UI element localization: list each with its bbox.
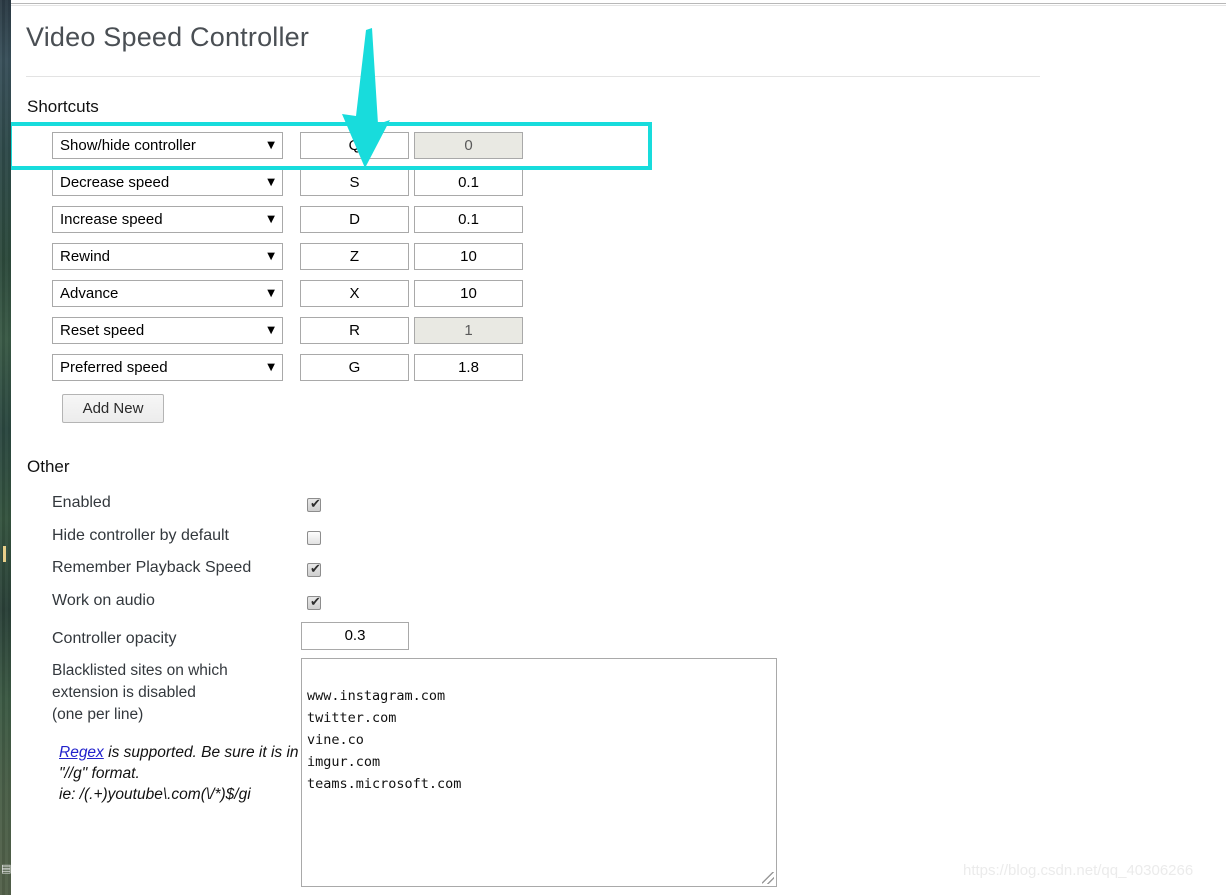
- shortcut-value-input[interactable]: 10: [414, 280, 523, 307]
- blacklist-textarea[interactable]: www.instagram.com twitter.com vine.co im…: [301, 658, 777, 887]
- page-title: Video Speed Controller: [26, 22, 310, 52]
- shortcut-action-select[interactable]: Advance ▼: [52, 280, 283, 307]
- shortcut-key-input[interactable]: Z: [300, 243, 409, 270]
- shortcut-action-select[interactable]: Show/hide controller ▼: [52, 132, 283, 159]
- chevron-down-icon: ▼: [267, 177, 275, 188]
- option-checkbox[interactable]: [307, 531, 321, 545]
- option-label: Remember Playback Speed: [52, 559, 252, 576]
- watermark: https://blog.csdn.net/qq_40306266: [963, 862, 1194, 879]
- shortcuts-section-heading: Shortcuts: [27, 97, 99, 116]
- shortcut-key-input[interactable]: Q: [300, 132, 409, 159]
- blacklist-regex-note: Regex is supported. Be sure it is in "//…: [59, 742, 307, 805]
- check-icon: ✔: [310, 497, 321, 512]
- shortcut-key-input[interactable]: D: [300, 206, 409, 233]
- blacklist-label: Blacklisted sites on which extension is …: [52, 662, 228, 723]
- chevron-down-icon: ▼: [267, 288, 275, 299]
- shortcut-key-input[interactable]: G: [300, 354, 409, 381]
- shortcut-action-select[interactable]: Preferred speed ▼: [52, 354, 283, 381]
- window-top-divider-2: [11, 5, 1226, 6]
- regex-link[interactable]: Regex: [59, 744, 104, 761]
- check-icon: ✔: [310, 595, 321, 610]
- window-top-divider: [11, 3, 1226, 4]
- option-label: Hide controller by default: [52, 527, 229, 544]
- chevron-down-icon: ▼: [267, 325, 275, 336]
- option-checkbox[interactable]: ✔: [307, 595, 321, 610]
- option-checkbox[interactable]: ✔: [307, 497, 321, 512]
- shortcut-action-select[interactable]: Increase speed ▼: [52, 206, 283, 233]
- shortcut-action-select[interactable]: Decrease speed ▼: [52, 169, 283, 196]
- desktop-wallpaper-strip: ▤: [0, 0, 11, 895]
- taskbar-indicator: [3, 546, 6, 562]
- option-label: Work on audio: [52, 592, 155, 609]
- option-checkbox[interactable]: ✔: [307, 562, 321, 577]
- shortcut-value-input[interactable]: 1.8: [414, 354, 523, 381]
- chevron-down-icon: ▼: [267, 140, 275, 151]
- option-label: Enabled: [52, 494, 111, 511]
- shortcut-action-select[interactable]: Rewind ▼: [52, 243, 283, 270]
- shortcut-action-select[interactable]: Reset speed ▼: [52, 317, 283, 344]
- shortcut-key-input[interactable]: X: [300, 280, 409, 307]
- chevron-down-icon: ▼: [267, 251, 275, 262]
- shortcut-key-input[interactable]: R: [300, 317, 409, 344]
- options-page: Video Speed Controller Shortcuts Show/hi…: [11, 0, 1226, 895]
- shortcut-key-input[interactable]: S: [300, 169, 409, 196]
- controller-opacity-label: Controller opacity: [52, 630, 177, 647]
- shortcut-value-input: 1: [414, 317, 523, 344]
- other-section-heading: Other: [27, 457, 70, 476]
- check-icon: ✔: [310, 562, 321, 577]
- shortcut-value-input[interactable]: 0.1: [414, 169, 523, 196]
- shortcut-value-input[interactable]: 10: [414, 243, 523, 270]
- add-new-button[interactable]: Add New: [62, 394, 164, 423]
- blacklist-textarea-value: www.instagram.com twitter.com vine.co im…: [307, 688, 462, 792]
- header-divider: [26, 76, 1040, 77]
- shortcut-value-input[interactable]: 0.1: [414, 206, 523, 233]
- chevron-down-icon: ▼: [267, 214, 275, 225]
- textarea-resize-grip[interactable]: [762, 872, 774, 884]
- controller-opacity-input[interactable]: 0.3: [301, 622, 409, 650]
- shortcut-value-input: 0: [414, 132, 523, 159]
- wallpaper-texture: [0, 0, 11, 895]
- chevron-down-icon: ▼: [267, 362, 275, 373]
- tray-icon: ▤: [1, 862, 12, 875]
